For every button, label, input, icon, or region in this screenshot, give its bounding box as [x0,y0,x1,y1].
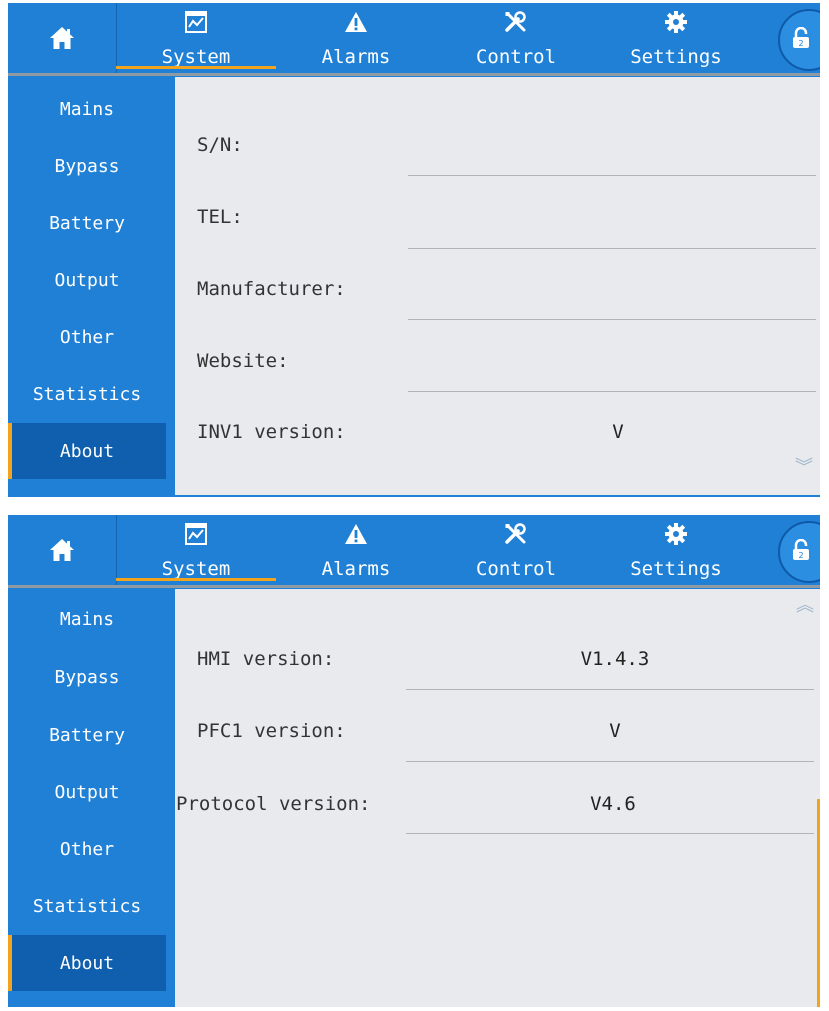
sidebar-item-other[interactable]: Other [8,821,166,877]
scroll-up-icon[interactable]: ︽ [796,597,814,615]
row-label-sn: S/N: [197,134,243,156]
warning-icon [345,12,367,32]
warning-icon [345,524,367,544]
scrollbar-thumb[interactable] [817,799,820,1007]
sidebar-item-output[interactable]: Output [8,764,166,820]
sidebar-item-mains[interactable]: Mains [8,591,166,647]
about-content-panel: S/N: TEL: Manufacturer: Website: INV1 ve… [175,77,820,495]
tab-settings[interactable]: Settings [596,515,756,585]
sidebar-item-bypass[interactable]: Bypass [8,138,166,194]
sidebar: Mains Bypass Battery Output Other Statis… [8,77,166,497]
tab-system[interactable]: System [116,3,276,73]
chart-icon [185,11,207,33]
home-icon [50,27,74,49]
sidebar-item-output[interactable]: Output [8,252,166,308]
row-label-tel: TEL: [197,206,243,228]
row-underline [408,248,816,249]
sidebar-item-about[interactable]: About [8,423,166,479]
row-value-pfc1-version: V [609,720,621,742]
tab-system[interactable]: System [116,515,276,585]
row-label-pfc1-version: PFC1 version: [197,720,346,742]
tab-control[interactable]: Control [436,515,596,585]
screen-about-page-2: System Alarms Control Settings 2 Mains B… [8,515,820,1007]
home-icon [50,539,74,561]
tab-alarms-label: Alarms [321,558,391,580]
tab-control-label: Control [475,46,557,68]
lock-button[interactable]: 2 [778,9,820,71]
row-label-inv1-version: INV1 version: [197,421,346,443]
sidebar-item-bypass[interactable]: Bypass [8,649,166,705]
gear-icon [665,523,687,545]
tab-system-label: System [161,558,231,580]
sidebar-item-battery[interactable]: Battery [8,707,166,763]
nav-divider [8,73,820,76]
unlock-icon: 2 [793,538,809,560]
sidebar: Mains Bypass Battery Output Other Statis… [8,589,166,1007]
row-underline [406,761,814,762]
tools-icon [505,11,526,32]
row-value-hmi-version: V1.4.3 [580,648,650,670]
top-nav-bar: System Alarms Control Settings 2 [8,3,820,73]
screen-about-page-1: System Alarms Control Settings 2 Mains B… [8,3,820,497]
sidebar-item-statistics[interactable]: Statistics [8,878,166,934]
about-content-panel: ︽ HMI version: V1.4.3 PFC1 version: V Pr… [175,589,820,1007]
nav-divider [8,585,820,588]
sidebar-item-about[interactable]: About [8,935,166,991]
row-value-inv1-version: V [612,421,624,443]
scroll-down-icon[interactable]: ︾ [795,459,813,477]
chart-icon [185,523,207,545]
row-underline [406,689,814,690]
unlock-icon: 2 [793,26,809,48]
row-label-protocol-version: Protocol version: [176,793,371,815]
tab-alarms-label: Alarms [321,46,391,68]
home-button[interactable] [8,3,116,73]
row-underline [406,833,814,834]
sidebar-item-battery[interactable]: Battery [8,195,166,251]
tools-icon [505,523,526,544]
tab-settings-label: Settings [630,558,722,580]
row-label-hmi-version: HMI version: [197,648,335,670]
lock-badge: 2 [798,551,803,560]
gear-icon [665,11,687,33]
row-underline [408,175,816,176]
home-button[interactable] [8,515,116,585]
tab-control-label: Control [475,558,557,580]
row-underline [408,391,816,392]
row-underline [408,319,816,320]
sidebar-item-other[interactable]: Other [8,309,166,365]
row-value-protocol-version: V4.6 [590,793,636,815]
tab-system-label: System [161,46,231,68]
tab-alarms[interactable]: Alarms [276,3,436,73]
sidebar-item-statistics[interactable]: Statistics [8,366,166,422]
row-label-manufacturer: Manufacturer: [197,278,346,300]
tab-settings[interactable]: Settings [596,3,756,73]
tab-control[interactable]: Control [436,3,596,73]
tab-settings-label: Settings [630,46,722,68]
lock-badge: 2 [798,39,803,48]
row-label-website: Website: [197,350,289,372]
tab-alarms[interactable]: Alarms [276,515,436,585]
sidebar-item-mains[interactable]: Mains [8,81,166,137]
top-nav-bar: System Alarms Control Settings 2 [8,515,820,585]
lock-button[interactable]: 2 [778,521,820,583]
